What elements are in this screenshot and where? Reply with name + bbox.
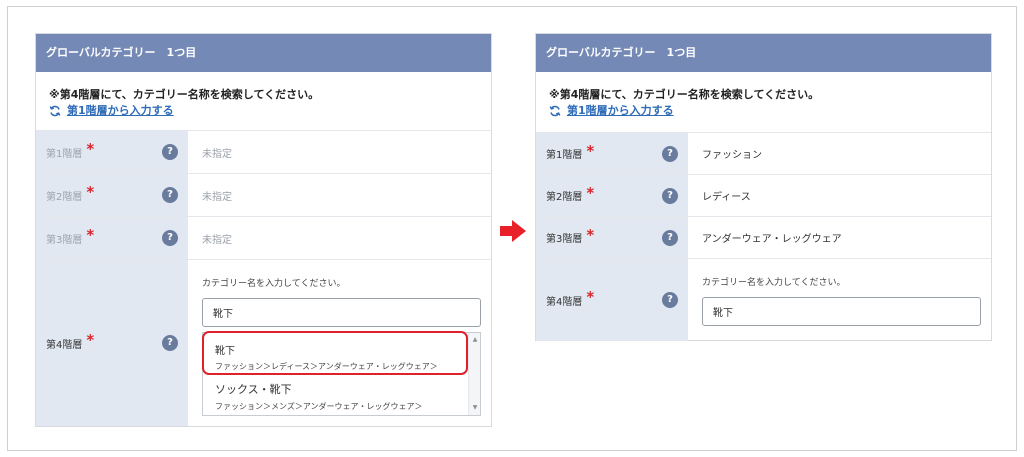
level4-value-cell: カテゴリー名を入力してください。	[688, 259, 991, 341]
level2-row: 第2階層 * ? 未指定	[36, 174, 491, 217]
dropdown-scrollbar[interactable]: ▲ ▼	[468, 333, 480, 415]
level3-value: 未指定	[202, 234, 232, 246]
level2-label-cell: 第2階層 * ?	[36, 174, 188, 216]
required-mark: *	[586, 288, 595, 306]
level2-label: 第2階層	[546, 192, 583, 203]
level3-label: 第3階層	[546, 234, 583, 245]
level3-label-cell: 第3階層 * ?	[36, 217, 188, 259]
question-circle-icon[interactable]: ?	[162, 230, 178, 246]
level1-label-cell: 第1階層 * ?	[536, 133, 688, 174]
level4-label-cell: 第4階層 * ?	[536, 259, 688, 341]
category-panel-before: グローバルカテゴリー 1つ目 ※第4階層にて、カテゴリー名称を検索してください。…	[35, 33, 492, 427]
suggestion-path: ファッション＞メンズ＞アンダーウェア・レッグウェア＞	[215, 402, 423, 411]
level1-label: 第1階層	[46, 148, 83, 160]
refresh-icon	[549, 105, 561, 116]
level3-row: 第3階層 * ? 未指定	[36, 217, 491, 260]
level1-row: 第1階層 * ? 未指定	[36, 131, 491, 174]
level2-label: 第2階層	[46, 191, 83, 203]
level4-label: 第4階層	[546, 296, 583, 308]
notice-section: ※第4階層にて、カテゴリー名称を検索してください。 第1階層から入力する	[36, 72, 491, 131]
suggestion-name: 靴下	[215, 346, 235, 357]
panel-header: グローバルカテゴリー 1つ目	[36, 34, 491, 72]
question-circle-icon[interactable]: ?	[662, 187, 678, 204]
suggestion-item[interactable]: 靴下 ファッション＞レディース＞アンダーウェア・レッグウェア＞	[203, 333, 466, 378]
refresh-icon	[49, 105, 61, 116]
suggestion-path: ファッション＞レディース＞アンダーウェア・レッグウェア＞	[215, 362, 438, 371]
level3-value: アンダーウェア・レッグウェア	[702, 234, 842, 245]
required-mark: *	[586, 225, 595, 244]
input-hint: カテゴリー名を入力してください。	[702, 278, 846, 288]
reset-to-level1-link[interactable]: 第1階層から入力する	[549, 104, 991, 117]
required-mark: *	[86, 140, 95, 158]
level2-row: 第2階層 * ? レディース	[536, 175, 991, 217]
level4-row: 第4階層 * ? カテゴリー名を入力してください。 靴下 ファッション＞レディー…	[36, 260, 491, 426]
level1-value: ファッション	[702, 150, 762, 161]
level2-label-cell: 第2階層 * ?	[536, 175, 688, 216]
level2-value: レディース	[702, 192, 751, 203]
level1-label: 第1階層	[546, 150, 583, 161]
required-mark: *	[586, 141, 595, 160]
suggestion-dropdown: 靴下 ファッション＞レディース＞アンダーウェア・レッグウェア＞ ソックス・靴下 …	[202, 332, 481, 416]
level1-label-cell: 第1階層 * ?	[36, 131, 188, 173]
category-search-input[interactable]	[702, 297, 981, 326]
arrow-right-icon	[500, 220, 526, 242]
category-panel-after: グローバルカテゴリー 1つ目 ※第4階層にて、カテゴリー名称を検索してください。…	[535, 33, 992, 341]
notice-section: ※第4階層にて、カテゴリー名称を検索してください。 第1階層から入力する	[536, 72, 991, 133]
notice-text: ※第4階層にて、カテゴリー名称を検索してください。	[49, 88, 320, 101]
level4-label: 第4階層	[46, 339, 83, 351]
notice-text: ※第4階層にて、カテゴリー名称を検索してください。	[549, 88, 820, 101]
suggestion-name: ソックス・靴下	[215, 383, 292, 396]
required-mark: *	[86, 183, 95, 201]
reset-link-label: 第1階層から入力する	[67, 104, 174, 117]
question-circle-icon[interactable]: ?	[662, 145, 678, 162]
suggestion-item[interactable]: ソックス・靴下 ファッション＞メンズ＞アンダーウェア・レッグウェア＞	[203, 381, 466, 415]
input-hint: カテゴリー名を入力してください。	[202, 279, 346, 289]
reset-to-level1-link[interactable]: 第1階層から入力する	[49, 104, 491, 117]
reset-link-label: 第1階層から入力する	[567, 104, 674, 117]
level3-label: 第3階層	[46, 234, 83, 246]
category-search-input[interactable]	[202, 298, 481, 327]
question-circle-icon[interactable]: ?	[162, 187, 178, 203]
level2-value: 未指定	[202, 191, 232, 203]
level1-value: 未指定	[202, 148, 232, 160]
question-circle-icon[interactable]: ?	[162, 335, 178, 351]
level3-row: 第3階層 * ? アンダーウェア・レッグウェア	[536, 217, 991, 259]
required-mark: *	[586, 183, 595, 202]
required-mark: *	[86, 331, 95, 349]
level4-value-cell: カテゴリー名を入力してください。 靴下 ファッション＞レディース＞アンダーウェア…	[188, 260, 491, 426]
chevron-down-icon[interactable]: ▼	[469, 403, 480, 413]
level4-row: 第4階層 * ? カテゴリー名を入力してください。	[536, 259, 991, 341]
level4-label-cell: 第4階層 * ?	[36, 260, 188, 426]
panel-header: グローバルカテゴリー 1つ目	[536, 34, 991, 72]
question-circle-icon[interactable]: ?	[662, 229, 678, 246]
question-circle-icon[interactable]: ?	[662, 292, 678, 308]
question-circle-icon[interactable]: ?	[162, 144, 178, 160]
required-mark: *	[86, 226, 95, 244]
level3-label-cell: 第3階層 * ?	[536, 217, 688, 258]
chevron-up-icon[interactable]: ▲	[469, 335, 480, 345]
level1-row: 第1階層 * ? ファッション	[536, 133, 991, 175]
